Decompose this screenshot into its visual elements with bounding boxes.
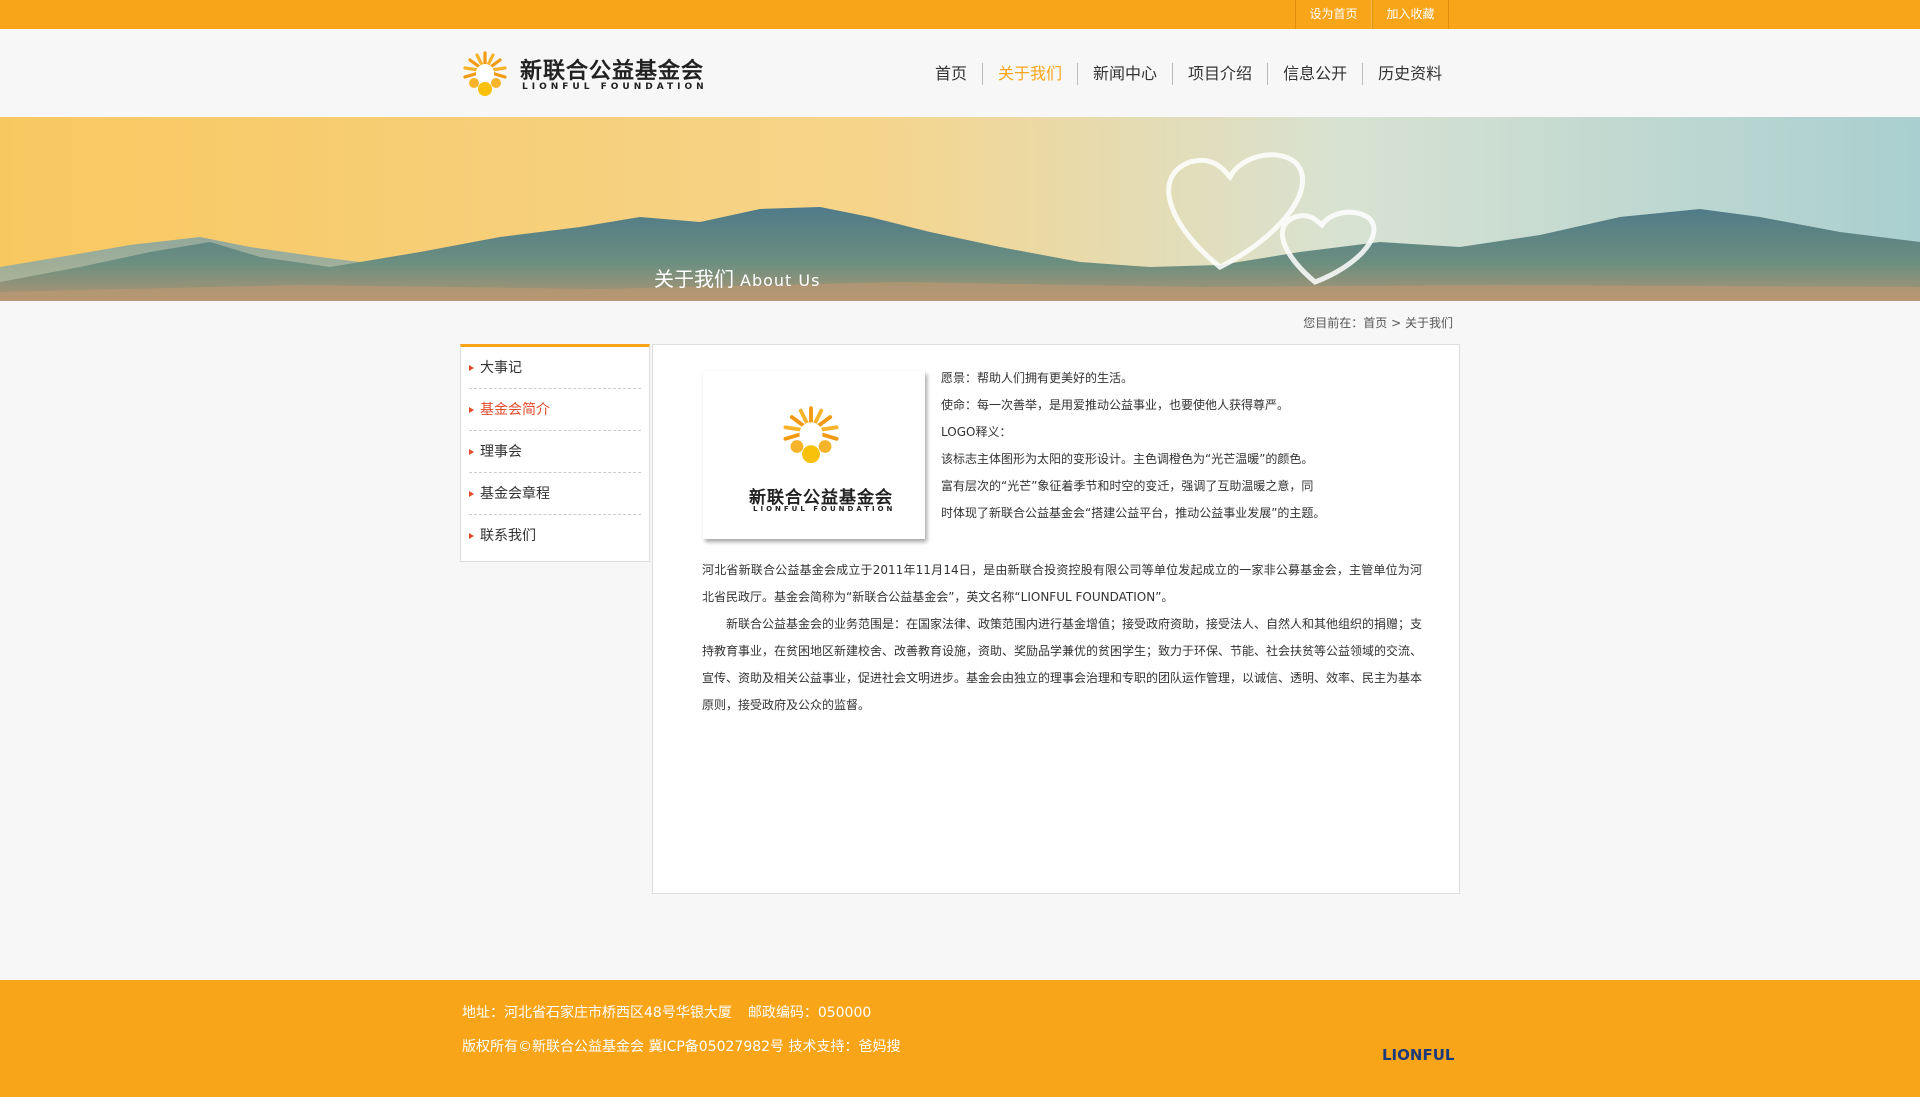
sidebar-item-contact[interactable]: 联系我们 bbox=[469, 515, 641, 557]
footer-postcode: 邮政编码：050000 bbox=[747, 1005, 872, 1021]
header: 新联合公益基金会 LIONFUL FOUNDATION 首页 关于我们 新闻中心… bbox=[0, 29, 1920, 117]
logo-meaning-line: 时体现了新联合公益基金会“搭建公益平台，推动公益事业发展”的主题。 bbox=[941, 506, 1326, 520]
main-nav: 首页 关于我们 新闻中心 项目介绍 信息公开 历史资料 bbox=[920, 63, 1457, 85]
sidebar-item-council[interactable]: 理事会 bbox=[469, 431, 641, 473]
vision-text: 愿景：帮助人们拥有更美好的生活。 bbox=[941, 371, 1134, 385]
nav-about[interactable]: 关于我们 bbox=[982, 63, 1077, 85]
nav-disclosure[interactable]: 信息公开 bbox=[1267, 63, 1362, 85]
add-favorite-link[interactable]: 加入收藏 bbox=[1372, 0, 1449, 29]
sidebar-item-label: 基金会简介 bbox=[480, 402, 550, 418]
triangle-bullet-icon bbox=[469, 449, 474, 455]
sidebar-item-label: 理事会 bbox=[480, 444, 522, 460]
body-paragraph: 河北省新联合公益基金会成立于2011年11月14日，是由新联合投资控股有限公司等… bbox=[702, 563, 1422, 604]
sun-logo-icon bbox=[463, 51, 507, 96]
site-logo[interactable]: 新联合公益基金会 LIONFUL FOUNDATION bbox=[460, 49, 704, 99]
nav-projects[interactable]: 项目介绍 bbox=[1172, 63, 1267, 85]
banner-title-cn: 关于我们 bbox=[654, 267, 734, 291]
triangle-bullet-icon bbox=[469, 407, 474, 413]
banner-title: 关于我们 About Us bbox=[654, 263, 820, 292]
breadcrumb-home[interactable]: 首页 bbox=[1363, 316, 1387, 330]
sidebar-item-label: 联系我们 bbox=[480, 528, 536, 544]
sidebar-item-intro[interactable]: 基金会简介 bbox=[469, 389, 641, 431]
footer-brand-logo[interactable]: LIONFUL bbox=[1382, 1046, 1454, 1064]
breadcrumb-prefix: 您目前在： bbox=[1303, 316, 1364, 330]
logo-meaning-line: 富有层次的“光芒”象征着季节和时空的变迁，强调了互助温暖之意，同 bbox=[941, 479, 1314, 493]
footer: 地址：河北省石家庄市桥西区48号华银大厦 邮政编码：050000 版权所有©新联合… bbox=[0, 980, 1920, 1097]
photo-logo-name-en: LIONFUL FOUNDATION bbox=[753, 505, 896, 513]
logo-name-en: LIONFUL FOUNDATION bbox=[522, 82, 708, 92]
about-banner: 关于我们 About Us bbox=[0, 117, 1920, 301]
sidebar-item-label: 大事记 bbox=[480, 360, 522, 376]
top-bar: 设为首页 加入收藏 bbox=[0, 0, 1920, 29]
sidebar-item-label: 基金会章程 bbox=[480, 486, 550, 502]
main-content: 新联合公益基金会 LIONFUL FOUNDATION 愿景：帮助人们拥有更美好… bbox=[652, 344, 1460, 894]
footer-address-line: 地址：河北省石家庄市桥西区48号华银大厦 邮政编码：050000 bbox=[462, 1002, 871, 1022]
mountain-landscape-image bbox=[0, 117, 1920, 301]
breadcrumb-separator: > bbox=[1391, 316, 1402, 330]
nav-news[interactable]: 新闻中心 bbox=[1077, 63, 1172, 85]
footer-address: 地址：河北省石家庄市桥西区48号华银大厦 bbox=[462, 1005, 732, 1021]
nav-history[interactable]: 历史资料 bbox=[1362, 63, 1457, 85]
nav-home[interactable]: 首页 bbox=[920, 63, 982, 85]
mission-text: 使命：每一次善举，是用爱推动公益事业，也要使他人获得尊严。 bbox=[941, 398, 1290, 412]
set-homepage-link[interactable]: 设为首页 bbox=[1295, 0, 1372, 29]
triangle-bullet-icon bbox=[469, 533, 474, 539]
triangle-bullet-icon bbox=[469, 491, 474, 497]
body-paragraph: 新联合公益基金会的业务范围是：在国家法律、政策范围内进行基金增值；接受政府资助，… bbox=[702, 617, 1423, 712]
intro-text: 愿景：帮助人们拥有更美好的生活。 使命：每一次善举，是用爱推动公益事业，也要使他… bbox=[941, 365, 1441, 527]
logo-meaning-heading: LOGO释义： bbox=[941, 425, 1012, 439]
top-links: 设为首页 加入收藏 bbox=[1295, 0, 1449, 29]
triangle-bullet-icon bbox=[469, 365, 474, 371]
footer-copyright: 版权所有©新联合公益基金会 冀ICP备05027982号 技术支持：爸妈搜 bbox=[462, 1039, 901, 1055]
breadcrumb: 您目前在：首页 > 关于我们 bbox=[1200, 314, 1453, 331]
foundation-logo-image: 新联合公益基金会 LIONFUL FOUNDATION bbox=[703, 371, 925, 539]
breadcrumb-current[interactable]: 关于我们 bbox=[1405, 316, 1453, 330]
banner-title-en: About Us bbox=[740, 271, 821, 290]
sun-logo-icon bbox=[783, 406, 839, 464]
sidebar-item-events[interactable]: 大事记 bbox=[469, 347, 641, 389]
intro-body: 河北省新联合公益基金会成立于2011年11月14日，是由新联合投资控股有限公司等… bbox=[702, 557, 1422, 719]
sidebar-item-charter[interactable]: 基金会章程 bbox=[469, 473, 641, 515]
logo-name-cn: 新联合公益基金会 bbox=[520, 58, 705, 84]
sidebar: 大事记 基金会简介 理事会 基金会章程 联系我们 bbox=[460, 344, 650, 562]
logo-meaning-line: 该标志主体图形为太阳的变形设计。主色调橙色为“光芒温暖”的颜色。 bbox=[941, 452, 1314, 466]
